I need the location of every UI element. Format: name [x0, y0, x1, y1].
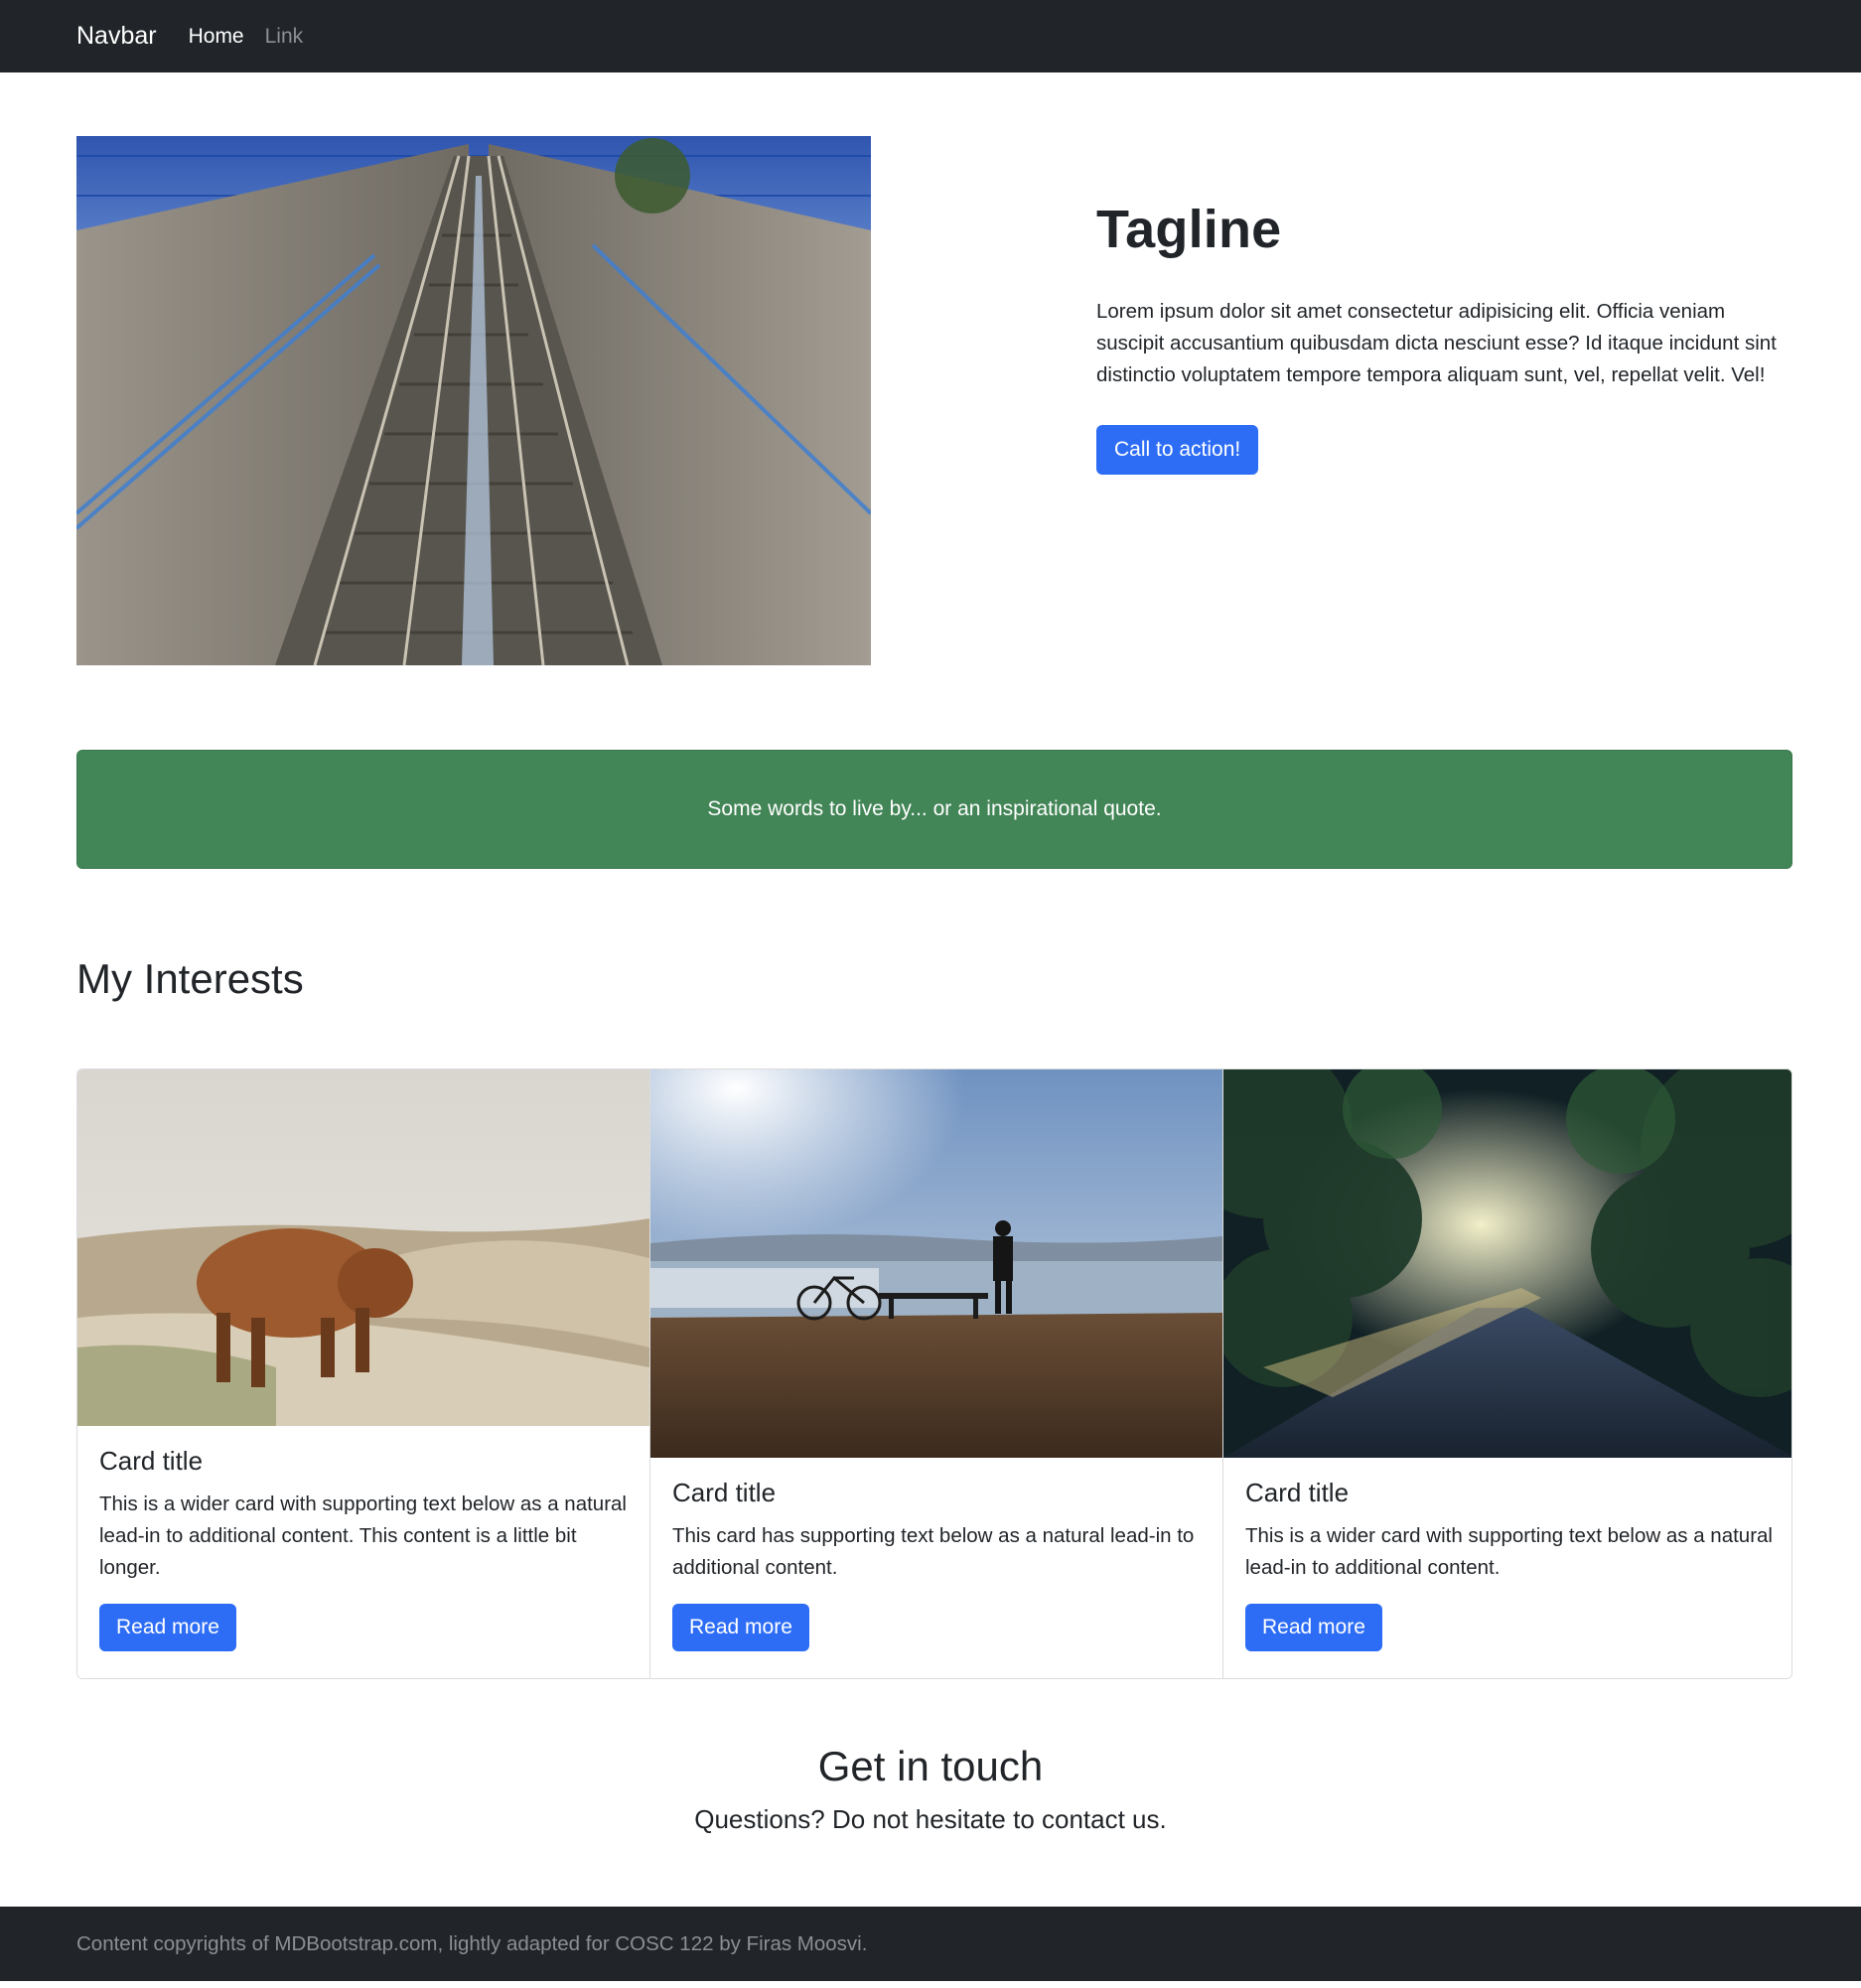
card-1-image	[77, 1069, 649, 1426]
contact-section: Get in touch Questions? Do not hesitate …	[0, 1743, 1861, 1835]
card-group: Card title This is a wider card with sup…	[76, 1068, 1792, 1679]
hero-lead-text: Lorem ipsum dolor sit amet consectetur a…	[1096, 300, 1777, 386]
nav-link-link[interactable]: Link	[265, 25, 304, 49]
quote-banner: Some words to live by... or an inspirati…	[76, 750, 1792, 869]
card-1: Card title This is a wider card with sup…	[77, 1069, 650, 1678]
card-1-title: Card title	[99, 1446, 204, 1476]
card-2-read-more-button[interactable]: Read more	[672, 1604, 809, 1651]
navbar-brand[interactable]: Navbar	[76, 22, 157, 51]
card-2-image	[650, 1069, 1222, 1458]
contact-subtitle: Questions? Do not hesitate to contact us…	[694, 1804, 1167, 1834]
footer: Content copyrights of MDBootstrap.com, l…	[0, 1907, 1861, 1981]
hero-title: Tagline	[1096, 200, 1282, 259]
card-1-read-more-button[interactable]: Read more	[99, 1604, 236, 1651]
card-3-title: Card title	[1245, 1478, 1350, 1507]
hero-image	[76, 136, 871, 665]
nav-link-home[interactable]: Home	[189, 25, 244, 49]
card-3-read-more-button[interactable]: Read more	[1245, 1604, 1382, 1651]
card-1-text: This is a wider card with supporting tex…	[99, 1492, 627, 1579]
card-1-body: Card title This is a wider card with sup…	[77, 1426, 649, 1671]
card-3-body: Card title This is a wider card with sup…	[1223, 1458, 1791, 1671]
card-2-title: Card title	[672, 1478, 777, 1507]
card-2-body: Card title This card has supporting text…	[650, 1458, 1222, 1671]
card-3: Card title This is a wider card with sup…	[1223, 1069, 1791, 1678]
interests-title: My Interests	[76, 955, 304, 1002]
hero-text: Tagline Lorem ipsum dolor sit amet conse…	[1096, 199, 1791, 475]
navbar: Navbar Home Link	[0, 0, 1861, 72]
card-2-text: This card has supporting text below as a…	[672, 1524, 1195, 1579]
call-to-action-button[interactable]: Call to action!	[1096, 425, 1259, 475]
card-3-text: This is a wider card with supporting tex…	[1245, 1524, 1773, 1579]
card-2: Card title This card has supporting text…	[650, 1069, 1223, 1678]
contact-title: Get in touch	[817, 1743, 1044, 1789]
quote-text: Some words to live by... or an inspirati…	[707, 797, 1162, 820]
footer-text: Content copyrights of MDBootstrap.com, l…	[76, 1931, 868, 1955]
card-3-image	[1223, 1069, 1791, 1458]
